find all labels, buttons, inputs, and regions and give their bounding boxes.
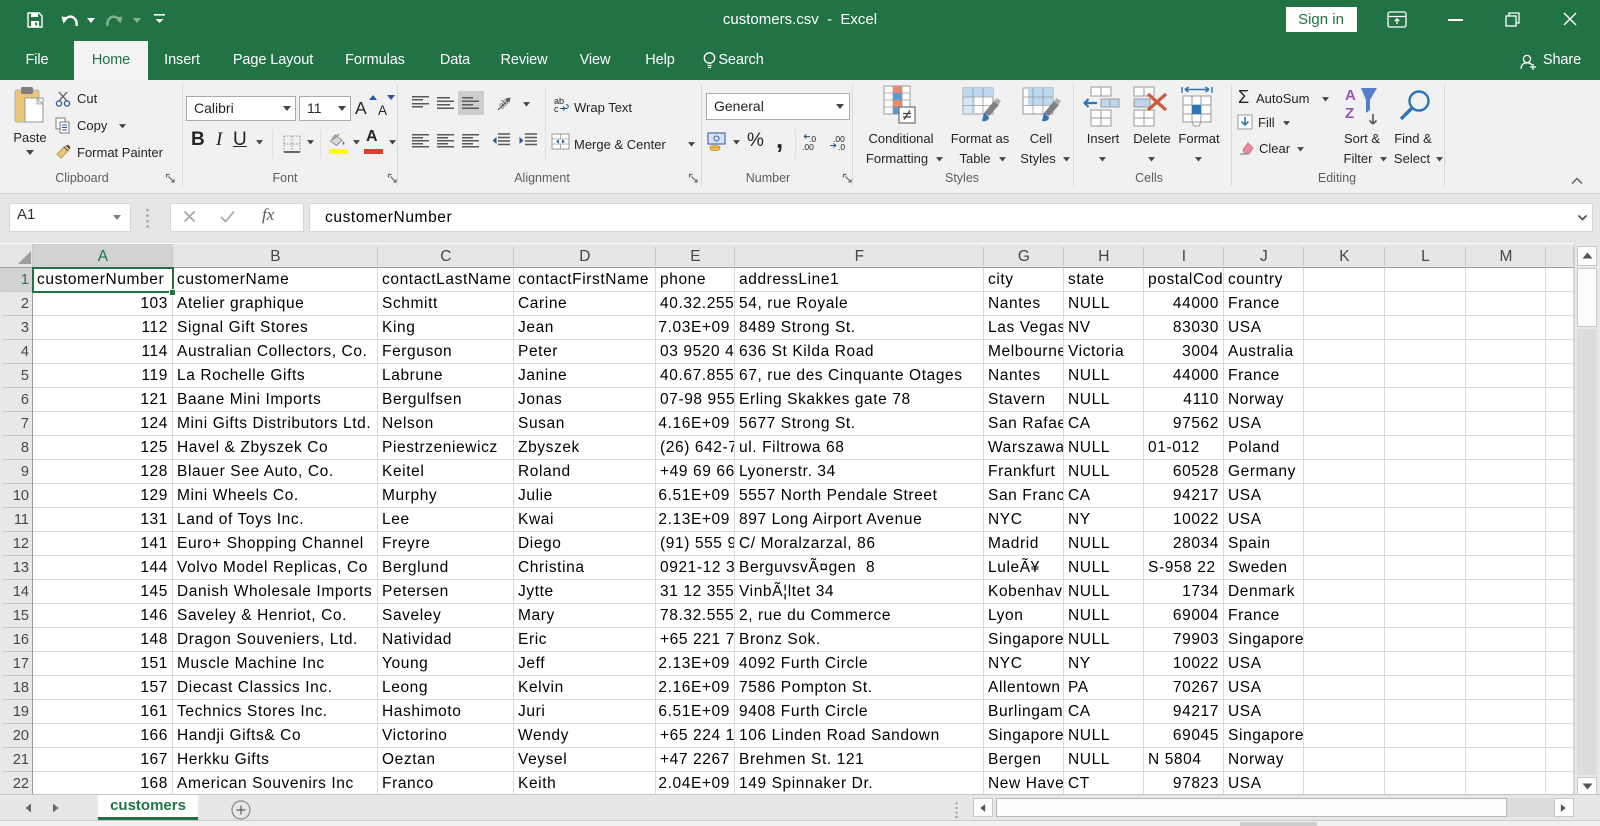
svg-text:c: c xyxy=(554,104,559,113)
svg-text:.00: .00 xyxy=(802,142,814,151)
svg-text:Z: Z xyxy=(1345,105,1354,122)
svg-text:.0: .0 xyxy=(838,142,845,151)
svg-text:A: A xyxy=(1345,87,1356,104)
